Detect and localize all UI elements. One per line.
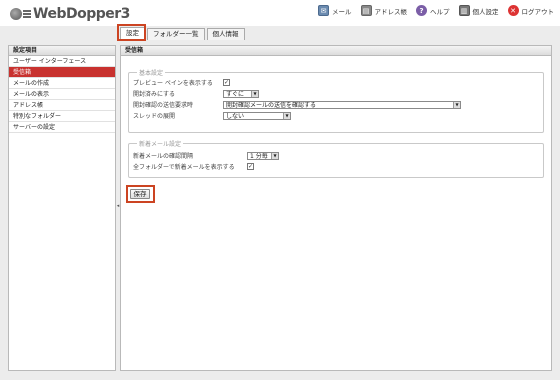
mark-read-value: すぐに	[226, 91, 245, 98]
check-interval-select[interactable]: 1 分毎 ▼	[247, 152, 279, 160]
chevron-down-icon: ▼	[283, 113, 290, 119]
sidebar-item-user-interface[interactable]: ユーザー インターフェース	[9, 56, 115, 67]
check-interval-value: 1 分毎	[250, 153, 268, 160]
new-mail-settings-legend: 新着メール設定	[137, 139, 184, 148]
top-nav: ✉ メール ▤ アドレス帳 ? ヘルプ ▥ 個人設定 ✕ ログアウト	[309, 5, 554, 16]
nav-address-book[interactable]: ▤ アドレス帳	[360, 5, 408, 16]
mark-read-row: 開封済みにする	[133, 89, 175, 98]
nav-personal-settings[interactable]: ▥ 個人設定	[458, 5, 499, 16]
tab-folder-list[interactable]: フォルダー一覧	[147, 28, 205, 40]
chevron-down-icon: ▼	[271, 153, 278, 159]
settings-panel: 受信箱 基本設定 プレビュー ペインを表示する ✓ 開封済みにする すぐに ▼ …	[120, 45, 552, 371]
app-logo[interactable]: WebDopper3	[10, 6, 130, 22]
preview-pane-row: プレビュー ペインを表示する	[133, 78, 213, 87]
thread-label: スレッドの展開	[133, 113, 176, 120]
read-receipt-value: 開封確認メールの送信を確認する	[226, 102, 317, 109]
mark-read-select[interactable]: すぐに ▼	[223, 90, 259, 98]
address-book-icon: ▤	[360, 5, 372, 16]
logo-text: WebDopper3	[33, 6, 130, 22]
panel-header: 受信箱	[121, 46, 551, 56]
personal-settings-icon: ▥	[458, 5, 470, 16]
logo-globe-icon	[10, 8, 22, 20]
nav-help[interactable]: ? ヘルプ	[416, 5, 450, 16]
nav-address-book-label: アドレス帳	[374, 7, 408, 16]
preview-pane-label: プレビュー ペインを表示する	[133, 80, 213, 87]
nav-logout[interactable]: ✕ ログアウト	[507, 5, 555, 16]
chevron-down-icon: ▼	[251, 91, 258, 97]
settings-sidebar: 設定項目 ユーザー インターフェース 受信箱 メールの作成 メールの表示 アドレ…	[8, 45, 116, 371]
mail-icon: ✉	[318, 5, 329, 16]
sidebar-item-server[interactable]: サーバーの設定	[9, 122, 115, 133]
nav-logout-label: ログアウト	[521, 7, 555, 16]
thread-value: しない	[226, 113, 245, 120]
check-interval-row: 新着メールの確認間隔	[133, 151, 193, 160]
nav-help-label: ヘルプ	[430, 7, 450, 16]
tab-personal-info[interactable]: 個人情報	[206, 28, 245, 40]
app-header: WebDopper3 ✉ メール ▤ アドレス帳 ? ヘルプ ▥ 個人設定 ✕ …	[0, 0, 560, 26]
sidebar-item-inbox[interactable]: 受信箱	[9, 67, 115, 78]
settings-tabs: 設定 フォルダー一覧 個人情報	[120, 26, 247, 40]
logout-icon: ✕	[507, 5, 519, 16]
nav-mail[interactable]: ✉ メール	[318, 5, 352, 16]
save-button[interactable]: 保存	[130, 189, 150, 199]
all-folders-checkbox[interactable]: ✓	[247, 163, 254, 170]
nav-mail-label: メール	[332, 7, 352, 16]
sidebar-item-address-book[interactable]: アドレス帳	[9, 100, 115, 111]
basic-settings-group: 基本設定 プレビュー ペインを表示する ✓ 開封済みにする すぐに ▼ 開封確認…	[128, 68, 544, 133]
nav-personal-settings-label: 個人設定	[472, 7, 499, 16]
read-receipt-row: 開封確認の送信要求時	[133, 100, 193, 109]
sidebar-header: 設定項目	[9, 46, 115, 56]
sidebar-item-display[interactable]: メールの表示	[9, 89, 115, 100]
thread-row: スレッドの展開	[133, 111, 175, 120]
sidebar-item-special-folders[interactable]: 特別なフォルダー	[9, 111, 115, 122]
all-folders-label: 全フォルダーで新着メールを表示する	[133, 164, 235, 171]
check-interval-label: 新着メールの確認間隔	[133, 153, 194, 160]
read-receipt-label: 開封確認の送信要求時	[133, 102, 194, 109]
thread-select[interactable]: しない ▼	[223, 112, 291, 120]
mark-read-label: 開封済みにする	[133, 91, 176, 98]
preview-pane-checkbox[interactable]: ✓	[223, 79, 230, 86]
basic-settings-legend: 基本設定	[137, 68, 166, 77]
chevron-down-icon: ▼	[453, 102, 460, 108]
new-mail-settings-group: 新着メール設定 新着メールの確認間隔 1 分毎 ▼ 全フォルダーで新着メールを表…	[128, 139, 544, 178]
sidebar-item-compose[interactable]: メールの作成	[9, 78, 115, 89]
all-folders-row: 全フォルダーで新着メールを表示する	[133, 162, 235, 171]
read-receipt-select[interactable]: 開封確認メールの送信を確認する ▼	[223, 101, 461, 109]
help-icon: ?	[416, 5, 427, 16]
tab-settings[interactable]: 設定	[120, 27, 145, 40]
logo-lines-icon	[23, 9, 31, 19]
